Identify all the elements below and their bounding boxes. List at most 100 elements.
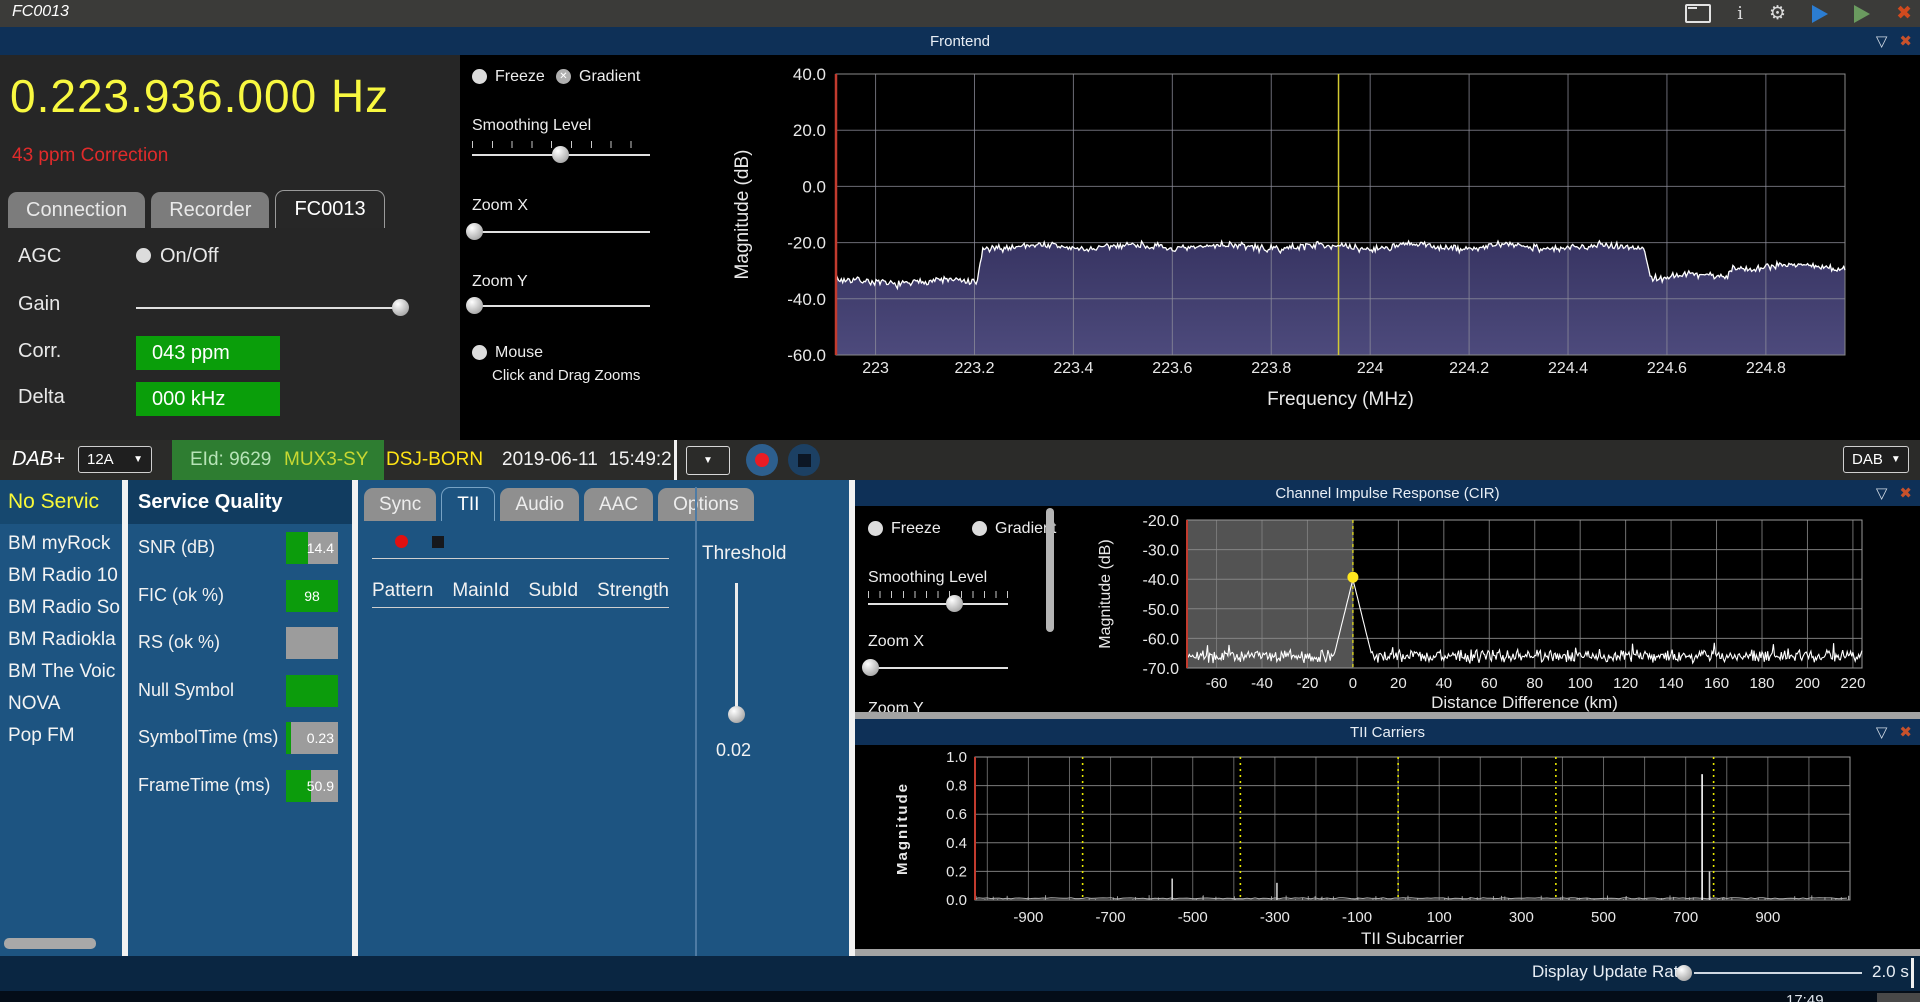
- svg-text:160: 160: [1704, 675, 1729, 692]
- decoder-tabs: SyncTIIAudioAACOptions: [364, 487, 759, 521]
- service-list-item[interactable]: BM myRock: [0, 528, 122, 560]
- tab-connection[interactable]: Connection: [8, 192, 145, 228]
- agc-radio[interactable]: [136, 248, 151, 263]
- threshold-slider[interactable]: [735, 583, 738, 710]
- zoom-x-slider-thumb[interactable]: [466, 223, 483, 240]
- svg-text:0.4: 0.4: [946, 835, 967, 852]
- cir-vertical-scrollbar[interactable]: [1046, 508, 1054, 632]
- svg-text:0.0: 0.0: [946, 892, 967, 909]
- quality-row: SymbolTime (ms)0.23: [128, 722, 352, 758]
- separator-line: [372, 558, 669, 559]
- column-mainid[interactable]: MainId: [452, 580, 509, 602]
- tii-horizontal-scrollbar[interactable]: [855, 949, 1920, 956]
- zoom-x-slider[interactable]: [472, 231, 650, 233]
- close-icon[interactable]: ✖: [1896, 4, 1912, 23]
- tii-chart[interactable]: 1.00.80.60.40.20.0-900-700-500-300-10010…: [855, 745, 1920, 956]
- svg-text:100: 100: [1568, 675, 1593, 692]
- service-list-item[interactable]: Pop FM: [0, 720, 122, 752]
- frontend-panel-header: Frontend ▽ ✖: [0, 27, 1920, 55]
- svg-text:Magnitude (dB): Magnitude (dB): [1097, 539, 1114, 648]
- chevron-down-icon: ▼: [133, 454, 143, 465]
- play-icon-blue[interactable]: [1812, 5, 1828, 23]
- zoom-y-slider-thumb[interactable]: [466, 297, 483, 314]
- channel-select[interactable]: 12A ▼: [78, 446, 152, 473]
- svg-text:223.6: 223.6: [1152, 360, 1192, 377]
- cir-chart[interactable]: -20.0-30.0-40.0-50.0-60.0-70.0-60-40-200…: [1055, 506, 1920, 712]
- info-icon[interactable]: i: [1737, 5, 1743, 23]
- cir-close-icon[interactable]: ✖: [1899, 486, 1912, 501]
- frontend-panel-title: Frontend: [930, 33, 990, 50]
- svg-text:0.6: 0.6: [946, 806, 967, 823]
- cir-freeze-radio[interactable]: [868, 521, 883, 536]
- taskbar-clock: 17:49: [1786, 991, 1824, 1002]
- svg-text:500: 500: [1591, 909, 1616, 926]
- divider: [1911, 958, 1914, 988]
- tab-recorder[interactable]: Recorder: [151, 192, 269, 228]
- collapse-icon[interactable]: ▽: [1876, 725, 1888, 740]
- corr-value-badge: 043 ppm: [136, 336, 280, 370]
- chevron-down-icon: ▼: [1891, 454, 1901, 465]
- quality-value: [286, 675, 338, 707]
- update-rate-slider-thumb[interactable]: [1676, 965, 1692, 981]
- record-button[interactable]: [746, 444, 778, 476]
- output-mode-value: DAB: [1852, 451, 1883, 468]
- smoothing-slider-thumb[interactable]: [552, 146, 569, 163]
- collapse-icon[interactable]: ▽: [1876, 486, 1888, 501]
- stop-indicator-icon[interactable]: [432, 536, 444, 548]
- spectrum-chart[interactable]: 40.020.00.0-20.0-40.0-60.0223223.2223.42…: [700, 55, 1920, 440]
- cir-zoom-x-slider-thumb[interactable]: [862, 659, 879, 676]
- quality-value: 14.4: [286, 532, 338, 564]
- svg-text:-60.0: -60.0: [1143, 631, 1180, 648]
- gain-slider-thumb[interactable]: [392, 299, 409, 316]
- service-list-item[interactable]: NOVA: [0, 688, 122, 720]
- frontend-close-icon[interactable]: ✖: [1899, 34, 1912, 49]
- mouse-radio[interactable]: [472, 345, 487, 360]
- gradient-radio[interactable]: [556, 69, 571, 84]
- column-strength[interactable]: Strength: [597, 580, 669, 602]
- cir-smoothing-ticks: [868, 591, 1008, 598]
- service-list-scrollbar[interactable]: [4, 938, 96, 949]
- play-icon-green[interactable]: [1854, 5, 1870, 23]
- zoom-y-slider[interactable]: [472, 305, 650, 307]
- cir-gradient-radio[interactable]: [972, 521, 987, 536]
- taskbar-corner[interactable]: [1877, 993, 1920, 1002]
- output-mode-select[interactable]: DAB ▼: [1843, 446, 1909, 473]
- collapse-icon[interactable]: ▽: [1876, 34, 1888, 49]
- cir-zoom-x-slider[interactable]: [868, 667, 1008, 669]
- quality-bar: 0.23: [286, 722, 338, 754]
- column-subid[interactable]: SubId: [528, 580, 578, 602]
- freeze-radio[interactable]: [472, 69, 487, 84]
- cir-smoothing-slider[interactable]: [868, 603, 1008, 605]
- frequency-display: 0.223.936.000 Hz: [10, 69, 389, 123]
- stop-button[interactable]: [788, 444, 820, 476]
- svg-text:20.0: 20.0: [793, 121, 826, 140]
- cir-smoothing-label: Smoothing Level: [868, 569, 987, 587]
- tab-sync[interactable]: Sync: [364, 488, 436, 521]
- service-list-item[interactable]: BM Radio 10: [0, 560, 122, 592]
- threshold-slider-thumb[interactable]: [728, 706, 745, 723]
- datetime-label: 2019-06-11 15:49:2: [502, 440, 672, 480]
- service-list-item[interactable]: BM The Voic: [0, 656, 122, 688]
- update-rate-slider[interactable]: [1694, 972, 1862, 974]
- gain-slider[interactable]: [136, 307, 406, 309]
- tii-close-icon[interactable]: ✖: [1899, 725, 1912, 740]
- dropdown-button[interactable]: ▼: [686, 446, 730, 475]
- svg-text:300: 300: [1509, 909, 1534, 926]
- quality-row: SNR (dB)14.4: [128, 532, 352, 568]
- update-rate-value: 2.0 s: [1872, 962, 1909, 982]
- service-list-item[interactable]: BM Radiokla: [0, 624, 122, 656]
- service-list-item[interactable]: BM Radio So: [0, 592, 122, 624]
- svg-text:Magnitude (dB): Magnitude (dB): [732, 150, 753, 280]
- record-indicator-icon[interactable]: [395, 535, 408, 548]
- svg-text:-60.0: -60.0: [787, 346, 826, 365]
- tab-tii[interactable]: TII: [441, 487, 495, 521]
- tab-audio[interactable]: Audio: [500, 488, 579, 521]
- tab-fc0013[interactable]: FC0013: [275, 190, 384, 228]
- column-pattern[interactable]: Pattern: [372, 580, 433, 602]
- cir-smoothing-slider-thumb[interactable]: [946, 595, 963, 612]
- tab-aac[interactable]: AAC: [584, 488, 653, 521]
- tab-options[interactable]: Options: [658, 488, 753, 521]
- settings-gear-icon[interactable]: ⚙: [1769, 4, 1786, 23]
- cir-horizontal-scrollbar[interactable]: [855, 712, 1920, 719]
- window-icon[interactable]: [1685, 4, 1711, 23]
